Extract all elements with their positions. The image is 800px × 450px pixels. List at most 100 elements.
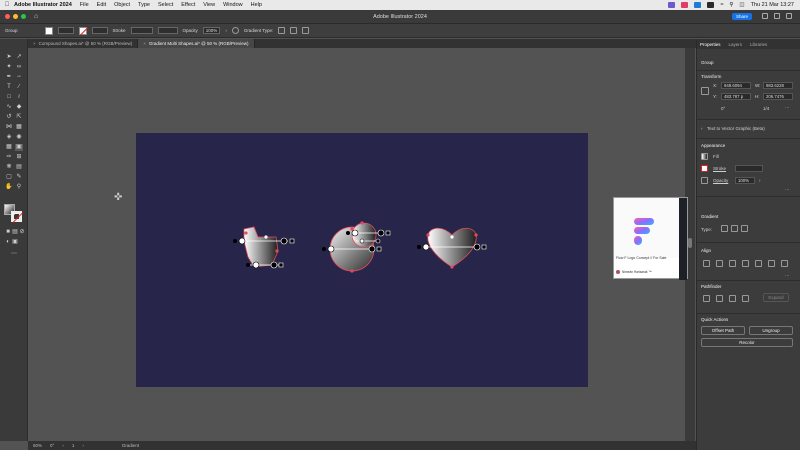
screen-mode-icon[interactable]: ▣ [11, 239, 19, 246]
close-tab-icon[interactable]: × [143, 41, 146, 46]
rotation-value[interactable]: 0° [50, 443, 54, 448]
stroke-swatch[interactable] [701, 165, 708, 172]
pen-tool-icon[interactable]: ✒ [5, 74, 13, 81]
menu-window[interactable]: Window [223, 2, 243, 8]
freeform-gradient-icon[interactable] [302, 27, 310, 34]
minus-front-icon[interactable] [716, 295, 723, 302]
paintbrush-tool-icon[interactable]: ≀ [15, 94, 23, 101]
x-field[interactable]: 948.6094 [721, 82, 751, 89]
eraser-tool-icon[interactable]: ◆ [15, 104, 23, 111]
menu-object[interactable]: Object [114, 2, 130, 8]
close-window-button[interactable] [5, 14, 10, 19]
radial-gradient-icon[interactable] [731, 225, 738, 232]
app-menu[interactable]: Adobe Illustrator 2024 [14, 2, 72, 8]
more-options-icon[interactable]: ⋯ [785, 273, 790, 279]
menu-select[interactable]: Select [158, 2, 173, 8]
align-to-icon[interactable] [781, 260, 788, 267]
align-bottom-icon[interactable] [768, 260, 775, 267]
menu-edit[interactable]: Edit [97, 2, 106, 8]
zoom-level[interactable]: 50% [33, 443, 42, 448]
rotate-angle[interactable]: 0° [721, 106, 725, 111]
chevron-right-icon[interactable]: › [701, 126, 703, 131]
align-right-icon[interactable] [729, 260, 736, 267]
home-icon[interactable]: ⌂ [34, 13, 38, 20]
y-field[interactable]: 483.787 p [721, 93, 751, 100]
app-tray-icon[interactable] [681, 2, 689, 8]
fill-swatch[interactable] [44, 26, 53, 35]
scale-tool-icon[interactable]: ⇱ [15, 114, 23, 121]
h-field[interactable]: 206.7476 [763, 93, 793, 100]
align-horizontal-center-icon[interactable] [716, 260, 723, 267]
artboard[interactable] [136, 133, 588, 387]
maximize-window-button[interactable] [21, 14, 26, 19]
menu-type[interactable]: Type [138, 2, 150, 8]
shear-value[interactable]: 1/4 [763, 106, 769, 111]
minimize-window-button[interactable] [13, 14, 18, 19]
exclude-icon[interactable] [742, 295, 749, 302]
arrange-documents-icon[interactable] [786, 13, 792, 19]
search-icon[interactable]: ⚲ [729, 2, 733, 8]
slice-tool-icon[interactable]: ✎ [15, 174, 23, 181]
tab-properties[interactable]: Properties [700, 42, 721, 47]
fill-stroke-widget[interactable] [4, 204, 22, 222]
search-help-icon[interactable] [762, 13, 768, 19]
rectangle-tool-icon[interactable]: □ [5, 94, 13, 101]
width-tool-icon[interactable]: ⋈ [5, 124, 13, 131]
tab-libraries[interactable]: Libraries [750, 42, 767, 47]
artboard-next-icon[interactable]: › [82, 443, 84, 448]
gradient-shape-1[interactable] [233, 226, 295, 269]
opacity-link[interactable]: Opacity [713, 178, 728, 183]
close-tab-icon[interactable]: × [33, 41, 36, 46]
share-button[interactable]: Share [731, 13, 752, 20]
shaper-tool-icon[interactable]: ∿ [5, 104, 13, 111]
control-center-icon[interactable]: ◫ [739, 2, 744, 8]
hand-tool-icon[interactable]: ✋ [5, 184, 13, 191]
gradient-shape-3[interactable] [417, 227, 487, 269]
live-paint-tool-icon[interactable]: ◉ [15, 134, 23, 141]
more-options-icon[interactable]: ⋯ [785, 187, 790, 193]
menu-effect[interactable]: Effect [181, 2, 195, 8]
linear-gradient-icon[interactable] [278, 27, 286, 34]
curvature-tool-icon[interactable]: ∽ [15, 74, 23, 81]
eyedropper-tool-icon[interactable]: ✑ [5, 154, 13, 161]
recolor-button[interactable]: Recolor [701, 338, 793, 347]
gradient-tool-icon[interactable]: ▣ [15, 144, 23, 151]
expand-button[interactable]: Expand [763, 293, 789, 302]
lasso-tool-icon[interactable]: ∞ [15, 64, 23, 71]
tab-compound-shapes[interactable]: × Compound Shapes.ai* @ 50 % (RGB/Previe… [28, 39, 139, 48]
scrollbar-thumb[interactable] [688, 238, 692, 248]
align-left-icon[interactable] [703, 260, 710, 267]
reference-point-icon[interactable] [701, 87, 709, 95]
unite-icon[interactable] [703, 295, 710, 302]
text-to-vector-link[interactable]: Text to Vector Graphic (Beta) [707, 126, 765, 131]
stroke-link[interactable]: Stroke [713, 166, 726, 171]
intersect-icon[interactable] [729, 295, 736, 302]
stroke-weight-field[interactable] [735, 165, 763, 172]
video-thumbnail-overlay[interactable]: Flow F Logo Concept // For Sale Nimeán H… [613, 197, 688, 280]
battery-icon[interactable] [707, 2, 715, 8]
menu-help[interactable]: Help [251, 2, 262, 8]
selection-tool-icon[interactable]: ➤ [5, 54, 13, 61]
current-tool[interactable]: Gradient [122, 443, 139, 448]
direct-selection-tool-icon[interactable]: ↗ [15, 54, 23, 61]
menu-file[interactable]: File [80, 2, 89, 8]
artboard-number[interactable]: 1 [72, 443, 75, 448]
stroke-label[interactable]: Stroke [113, 28, 126, 33]
graph-tool-icon[interactable]: ▤ [15, 164, 23, 171]
symbol-sprayer-tool-icon[interactable]: ❋ [5, 164, 13, 171]
opacity-label[interactable]: Opacity [183, 28, 198, 33]
stroke-weight-field[interactable] [130, 27, 153, 34]
radial-gradient-icon[interactable] [290, 27, 298, 34]
ungroup-button[interactable]: Ungroup [749, 326, 793, 335]
tab-gradient-multi-shapes[interactable]: × Gradient Multi Shapes.ai* @ 50 % (RGB/… [138, 39, 255, 48]
chevron-right-icon[interactable]: › [759, 178, 761, 183]
tray-app-icon[interactable] [694, 2, 702, 8]
stroke-swatch[interactable] [78, 26, 87, 35]
line-tool-icon[interactable]: ∕ [15, 84, 23, 91]
menu-view[interactable]: View [203, 2, 215, 8]
fill-swatch[interactable] [701, 153, 708, 160]
freeform-gradient-icon[interactable] [741, 225, 748, 232]
opacity-field[interactable]: 100% [202, 27, 221, 34]
clock[interactable]: Thu 21 Mar 13:27 [751, 2, 794, 8]
workspace-switcher-icon[interactable] [774, 13, 780, 19]
